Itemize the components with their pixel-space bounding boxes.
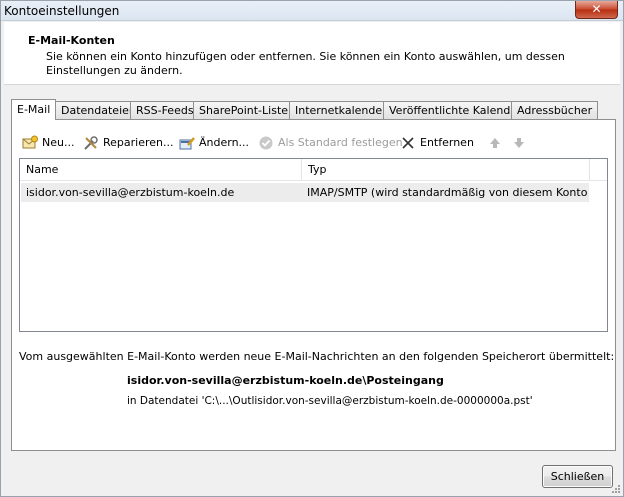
move-down-button[interactable]: [511, 132, 527, 154]
account-type-cell: IMAP/SMTP (wird standardmäßig von diesem…: [307, 186, 587, 199]
list-scrollbar[interactable]: [590, 181, 607, 331]
close-dialog-button[interactable]: Schließen: [542, 465, 613, 488]
set-default-button[interactable]: Als Standard festlegen: [258, 132, 403, 154]
tab-adressbuecher[interactable]: Adressbücher: [511, 101, 599, 120]
header-title: E-Mail-Konten: [28, 34, 115, 47]
tab-datendateien[interactable]: Datendateien: [55, 101, 142, 120]
resize-grip[interactable]: [610, 483, 620, 493]
window-close-button[interactable]: ✕: [575, 1, 618, 19]
edit-account-icon: [179, 135, 195, 151]
repair-tools-icon: [83, 135, 99, 151]
title-bar[interactable]: Kontoeinstellungen ✕: [1, 1, 623, 21]
account-toolbar: Neu... Reparieren... Ändern... Als Stand…: [22, 132, 612, 154]
table-row[interactable]: isidor.von-sevilla@erzbistum-koeln.de IM…: [21, 183, 589, 202]
header-panel: E-Mail-Konten Sie können ein Konto hinzu…: [4, 22, 620, 85]
change-button[interactable]: Ändern...: [179, 132, 249, 154]
arrow-down-icon: [511, 135, 527, 151]
remove-button[interactable]: Entfernen: [400, 132, 474, 154]
column-header-type[interactable]: Typ: [302, 159, 590, 181]
account-name-cell: isidor.von-sevilla@erzbistum-koeln.de: [26, 186, 235, 199]
change-label: Ändern...: [199, 136, 250, 149]
tab-rss-feeds[interactable]: RSS-Feeds: [130, 101, 200, 120]
account-settings-window: Kontoeinstellungen ✕ E-Mail-Konten Sie k…: [0, 0, 624, 497]
column-header-name[interactable]: Name: [20, 159, 302, 181]
accounts-list[interactable]: Name Typ isidor.von-sevilla@erzbistum-ko…: [19, 158, 608, 332]
new-account-button[interactable]: Neu...: [22, 132, 74, 154]
arrow-up-icon: [487, 135, 503, 151]
tab-veroeffentlichte-kalender[interactable]: Veröffentlichte Kalender: [383, 101, 528, 120]
delivery-datafile: in Datendatei 'C:\...\Outlisidor.von-sev…: [127, 395, 533, 407]
delivery-info-text: Vom ausgewählten E-Mail-Konto werden neu…: [19, 350, 615, 363]
delivery-location: isidor.von-sevilla@erzbistum-koeln.de\Po…: [127, 374, 444, 387]
checkmark-icon: [258, 135, 274, 151]
remove-label: Entfernen: [420, 136, 474, 149]
repair-label: Reparieren...: [103, 136, 174, 149]
tab-email[interactable]: E-Mail: [11, 99, 57, 120]
set-default-label: Als Standard festlegen: [278, 136, 403, 149]
tab-internetkalender[interactable]: Internetkalender: [289, 101, 393, 120]
tab-sharepoint-listen[interactable]: SharePoint-Listen: [193, 101, 301, 120]
remove-x-icon: [400, 135, 416, 151]
header-description: Sie können ein Konto hinzufügen oder ent…: [46, 50, 565, 77]
email-tab-panel: Neu... Reparieren... Ändern... Als Stand…: [11, 119, 616, 451]
new-account-label: Neu...: [42, 136, 75, 149]
move-up-button[interactable]: [487, 132, 503, 154]
close-icon: ✕: [591, 2, 602, 16]
repair-button[interactable]: Reparieren...: [83, 132, 174, 154]
window-title: Kontoeinstellungen: [4, 4, 120, 18]
list-header: Name Typ: [20, 159, 607, 181]
new-account-icon: [22, 135, 38, 151]
